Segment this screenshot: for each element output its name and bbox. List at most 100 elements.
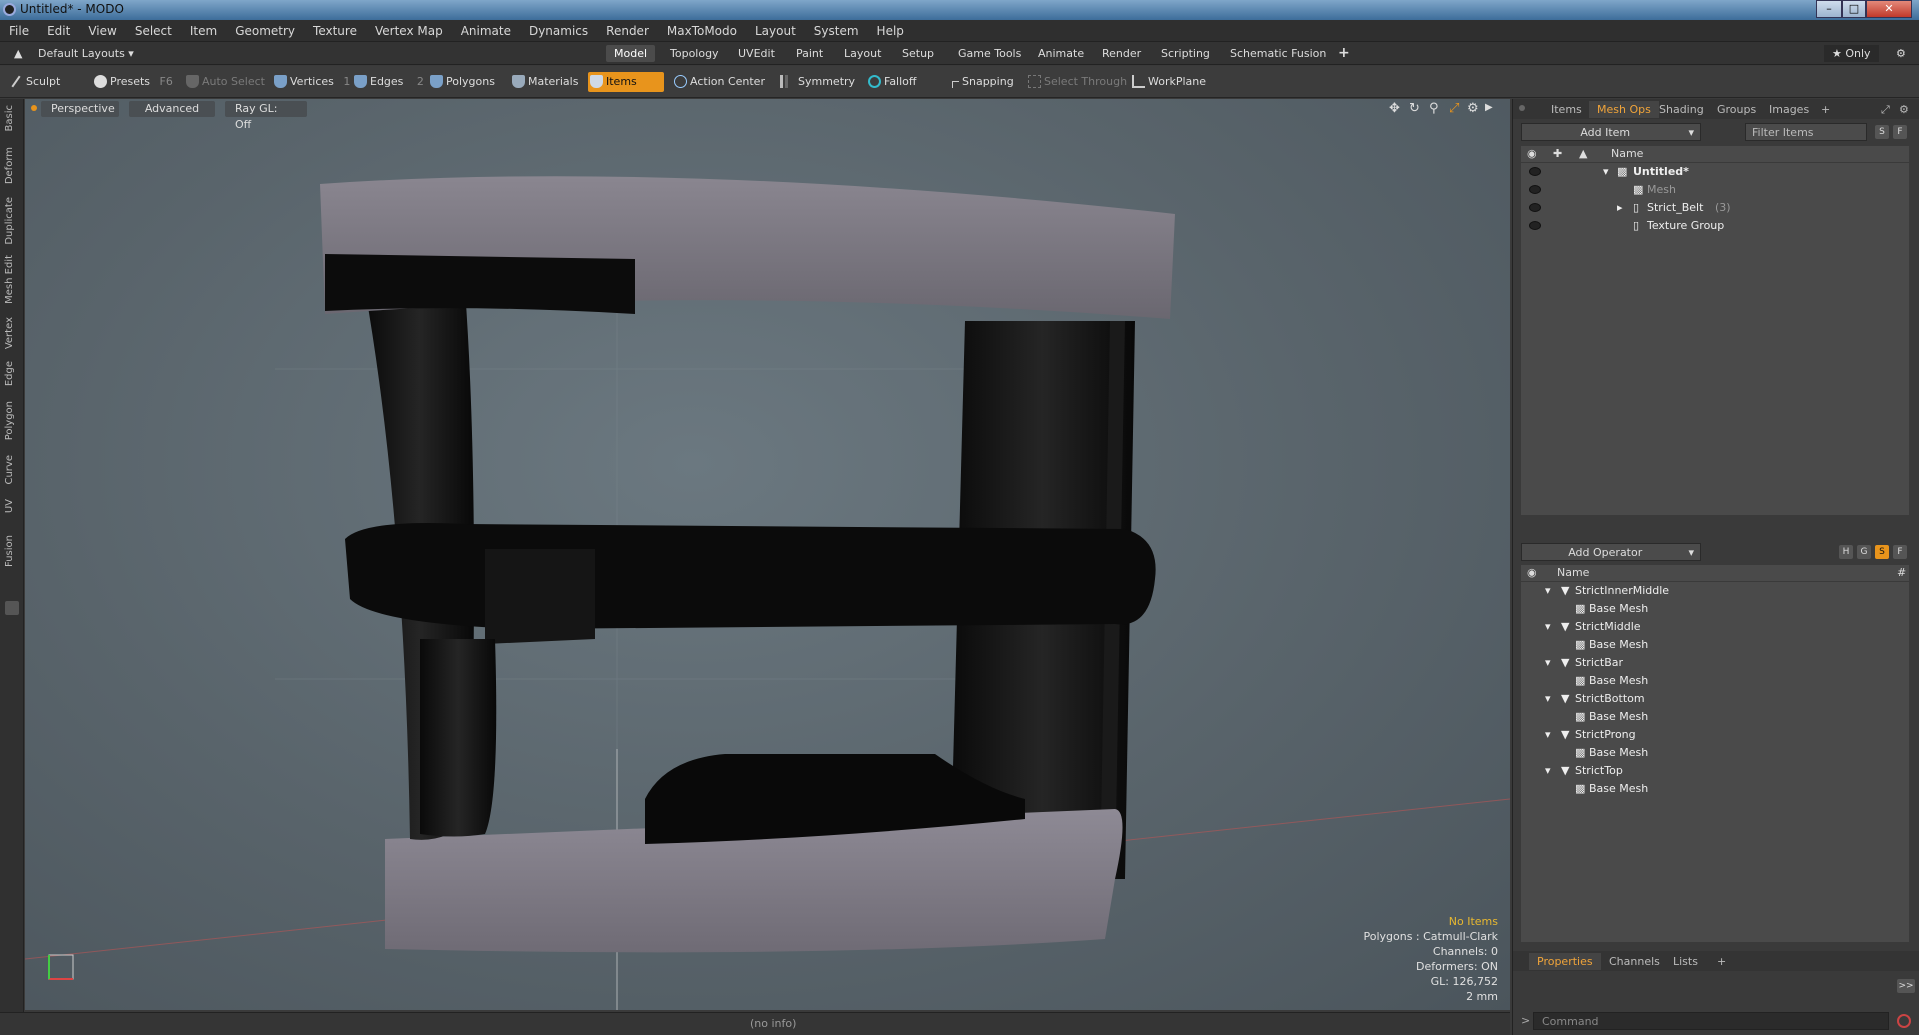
operator-h-button[interactable]: H [1839, 545, 1853, 559]
layout-selector[interactable]: Default Layouts ▾ [30, 45, 142, 62]
collapse-arrow-icon[interactable]: ▸ [1617, 199, 1623, 217]
polygons-button[interactable]: Polygons [428, 72, 501, 92]
maximize-button[interactable]: □ [1842, 0, 1866, 18]
vtab-duplicate[interactable]: Duplicate [4, 197, 15, 245]
tab-shading[interactable]: Shading [1651, 101, 1712, 118]
expand-arrow-icon[interactable]: ▾ [1545, 654, 1551, 672]
only-toggle[interactable]: ★ Only [1824, 45, 1879, 62]
panel-menu-icon[interactable] [1519, 105, 1525, 111]
menu-view[interactable]: View [79, 24, 125, 38]
panel-gear-icon[interactable]: ⚙ [1891, 101, 1917, 118]
minimize-button[interactable]: – [1816, 0, 1842, 18]
op-row-strictbar[interactable]: ▾ ▼ StrictBar [1521, 654, 1909, 672]
tab-setup[interactable]: Setup [894, 45, 942, 62]
tab-render[interactable]: Render [1094, 45, 1149, 62]
tab-animate[interactable]: Animate [1030, 45, 1092, 62]
vtab-basic[interactable]: Basic [4, 105, 15, 131]
tab-game-tools[interactable]: Game Tools [950, 45, 1029, 62]
operator-f-button[interactable]: F [1893, 545, 1907, 559]
tab-schematic-fusion[interactable]: Schematic Fusion [1222, 45, 1334, 62]
vtab-polygon[interactable]: Polygon [4, 401, 15, 440]
op-row-strictprong[interactable]: ▾ ▼ StrictProng [1521, 726, 1909, 744]
expand-arrow-icon[interactable]: ▾ [1545, 618, 1551, 636]
menu-file[interactable]: File [0, 24, 38, 38]
edges-button[interactable]: Edges 2 [352, 72, 430, 92]
items-button[interactable]: Items [588, 72, 664, 92]
falloff-button[interactable]: Falloff [866, 72, 922, 92]
items-f-button[interactable]: F [1893, 125, 1907, 139]
items-s-button[interactable]: S [1875, 125, 1889, 139]
3d-viewport[interactable]: Perspective Advanced Ray GL: Off ✥ ↻ ⚲ ⤢… [25, 99, 1510, 1010]
op-row-base-mesh[interactable]: ▩ Base Mesh [1521, 636, 1909, 654]
presets-button[interactable]: Presets F6 [92, 72, 179, 92]
eye-icon[interactable] [1529, 185, 1541, 194]
tab-layout[interactable]: Layout [836, 45, 889, 62]
workplane-button[interactable]: WorkPlane [1130, 72, 1212, 92]
expand-arrow-icon[interactable]: ▾ [1545, 726, 1551, 744]
filter-items-input[interactable]: Filter Items [1745, 123, 1867, 141]
op-row-base-mesh[interactable]: ▩ Base Mesh [1521, 744, 1909, 762]
select-through-button[interactable]: Select Through [1026, 72, 1133, 92]
menu-maxtomodo[interactable]: MaxToModo [658, 24, 746, 38]
command-input[interactable]: Command [1533, 1012, 1889, 1030]
tab-model[interactable]: Model [606, 45, 656, 62]
menu-edit[interactable]: Edit [38, 24, 79, 38]
menu-render[interactable]: Render [597, 24, 658, 38]
properties-expand-button[interactable]: >> [1897, 979, 1915, 993]
close-button[interactable]: ✕ [1866, 0, 1912, 18]
op-row-strictbottom[interactable]: ▾ ▼ StrictBottom [1521, 690, 1909, 708]
tab-images[interactable]: Images [1761, 101, 1817, 118]
materials-button[interactable]: Materials [510, 72, 584, 92]
tab-channels[interactable]: Channels [1601, 953, 1668, 970]
add-operator-button[interactable]: Add Operator ▾ [1521, 543, 1701, 561]
expand-arrow-icon[interactable]: ▾ [1603, 163, 1609, 181]
vtab-deform[interactable]: Deform [4, 147, 15, 184]
op-row-strictinnermiddle[interactable]: ▾ ▼ StrictInnerMiddle [1521, 582, 1909, 600]
op-row-strictmiddle[interactable]: ▾ ▼ StrictMiddle [1521, 618, 1909, 636]
tool-panel-toggle[interactable] [5, 601, 19, 615]
tab-paint[interactable]: Paint [788, 45, 831, 62]
vtab-uv[interactable]: UV [4, 499, 15, 513]
eye-icon[interactable] [1529, 221, 1541, 230]
expand-arrow-icon[interactable]: ▾ [1545, 690, 1551, 708]
eye-icon[interactable] [1529, 167, 1541, 176]
operator-g-button[interactable]: G [1857, 545, 1871, 559]
expand-arrow-icon[interactable]: ▾ [1545, 762, 1551, 780]
menu-geometry[interactable]: Geometry [226, 24, 304, 38]
tab-lists[interactable]: Lists [1665, 953, 1706, 970]
add-panel-tab-button[interactable]: + [1813, 101, 1838, 118]
tab-items[interactable]: Items [1543, 101, 1590, 118]
tab-topology[interactable]: Topology [662, 45, 727, 62]
menu-dynamics[interactable]: Dynamics [520, 24, 597, 38]
menu-item[interactable]: Item [181, 24, 226, 38]
menu-help[interactable]: Help [868, 24, 913, 38]
op-row-base-mesh[interactable]: ▩ Base Mesh [1521, 672, 1909, 690]
vtab-vertex[interactable]: Vertex [4, 317, 15, 349]
menu-system[interactable]: System [805, 24, 868, 38]
add-item-button[interactable]: Add Item ▾ [1521, 123, 1701, 141]
auto-select-button[interactable]: Auto Select [184, 72, 271, 92]
expand-arrow-icon[interactable]: ▾ [1545, 582, 1551, 600]
vtab-fusion[interactable]: Fusion [4, 535, 15, 567]
op-row-base-mesh[interactable]: ▩ Base Mesh [1521, 780, 1909, 798]
layout-up-arrow-icon[interactable]: ▲ [6, 45, 30, 62]
snapping-button[interactable]: Snapping [944, 72, 1020, 92]
vtab-curve[interactable]: Curve [4, 455, 15, 485]
op-row-base-mesh[interactable]: ▩ Base Mesh [1521, 600, 1909, 618]
tree-row-strict-belt[interactable]: ▸ ▯ Strict_Belt (3) [1521, 199, 1909, 217]
tab-scripting[interactable]: Scripting [1153, 45, 1218, 62]
menu-vertex-map[interactable]: Vertex Map [366, 24, 452, 38]
menu-select[interactable]: Select [126, 24, 181, 38]
menu-texture[interactable]: Texture [304, 24, 366, 38]
op-row-stricttop[interactable]: ▾ ▼ StrictTop [1521, 762, 1909, 780]
op-row-base-mesh[interactable]: ▩ Base Mesh [1521, 708, 1909, 726]
action-center-button[interactable]: Action Center [672, 72, 771, 92]
symmetry-button[interactable]: Symmetry [778, 72, 861, 92]
add-tab-button[interactable]: + [1330, 45, 1358, 62]
tab-properties[interactable]: Properties [1529, 953, 1601, 970]
tab-mesh-ops[interactable]: Mesh Ops [1589, 101, 1659, 118]
tree-row-untitled[interactable]: ▾ ▩ Untitled* [1521, 163, 1909, 181]
vtab-mesh-edit[interactable]: Mesh Edit [4, 255, 15, 304]
tab-uvedit[interactable]: UVEdit [730, 45, 783, 62]
eye-icon[interactable] [1529, 203, 1541, 212]
